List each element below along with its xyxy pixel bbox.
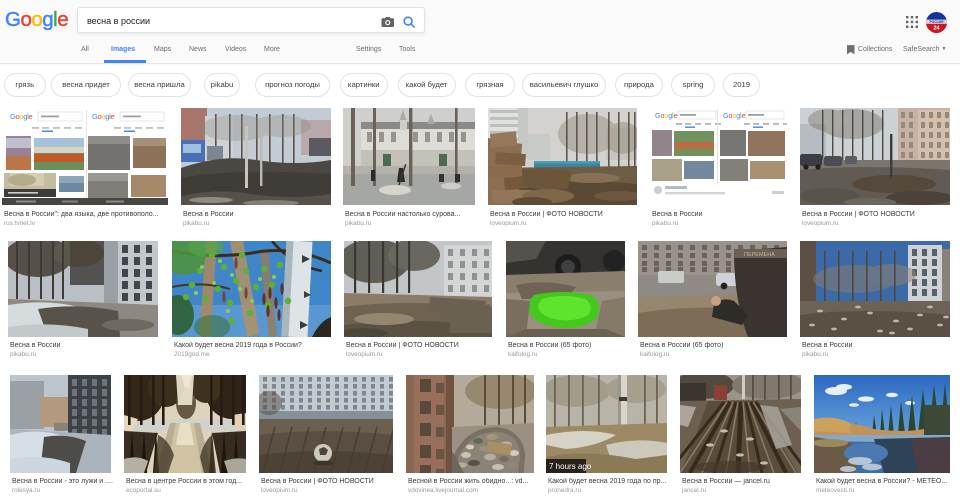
svg-text:ПЕРЕМЕНА: ПЕРЕМЕНА xyxy=(744,252,775,258)
svg-text:Google: Google xyxy=(655,113,678,120)
svg-text:РОССИЯ: РОССИЯ xyxy=(930,20,944,24)
svg-text:Google: Google xyxy=(10,112,33,121)
svg-text:7 hours ago: 7 hours ago xyxy=(549,462,592,471)
svg-text:Google: Google xyxy=(92,112,115,121)
svg-text:24: 24 xyxy=(933,25,940,31)
svg-text:Google: Google xyxy=(723,113,746,120)
